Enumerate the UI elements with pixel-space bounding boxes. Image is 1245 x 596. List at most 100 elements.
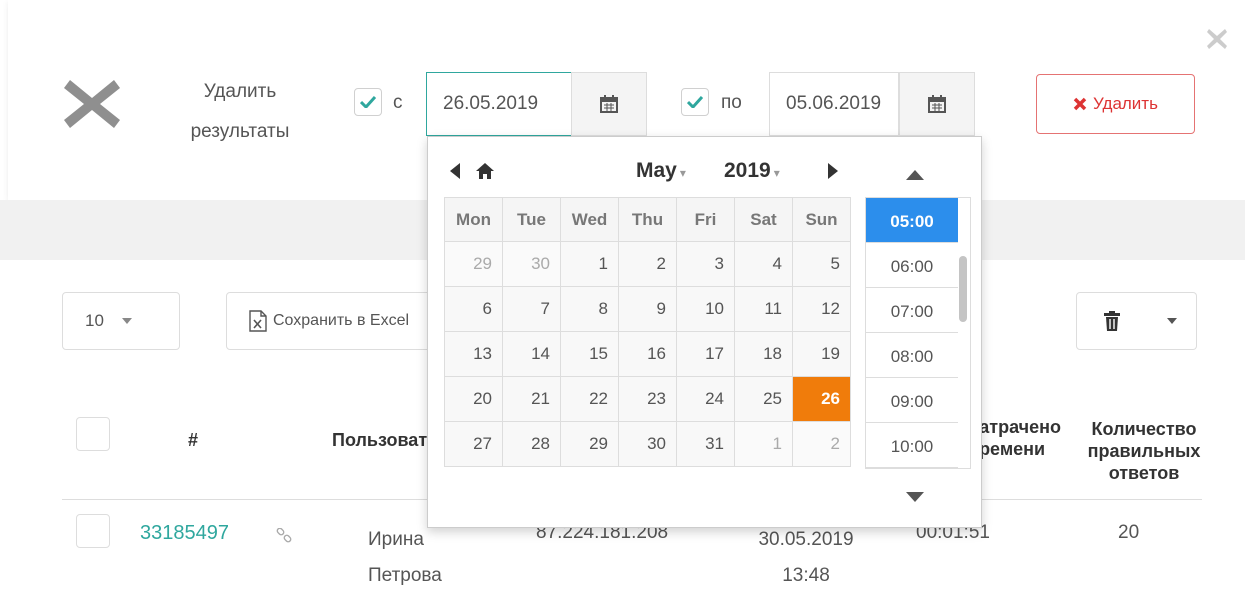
time-list[interactable]: 05:00 06:00 07:00 08:00 09:00 10:00 (865, 197, 971, 469)
weekday-label: Thu (618, 197, 677, 242)
correct-count-cell: 20 (1118, 522, 1140, 543)
link-icon[interactable] (276, 527, 292, 549)
calendar-day[interactable]: 21 (502, 376, 561, 422)
from-date-input[interactable]: 26.05.2019 (426, 72, 572, 136)
select-all-checkbox[interactable] (76, 417, 110, 451)
column-header-correct-count[interactable]: Количество правильных ответов (1064, 418, 1224, 484)
calendar-day[interactable]: 7 (502, 286, 561, 332)
to-date-checkbox[interactable] (681, 88, 709, 116)
times-icon (1073, 97, 1087, 111)
row-checkbox[interactable] (76, 514, 110, 548)
next-month-icon[interactable] (828, 163, 838, 184)
calendar-day[interactable]: 30 (502, 241, 561, 287)
user-last-name: Петрова (368, 565, 442, 586)
calendar-day[interactable]: 1 (734, 421, 793, 467)
weekday-label: Wed (560, 197, 619, 242)
date-cell: 30.05.2019 13:48 (746, 522, 866, 594)
week-row: 27 28 29 30 31 1 2 (444, 421, 851, 467)
calendar-day[interactable]: 14 (502, 331, 561, 377)
calendar-day[interactable]: 5 (792, 241, 851, 287)
to-label: по (721, 92, 742, 113)
weekday-label: Sun (792, 197, 851, 242)
correct-count-line2: правильных (1087, 441, 1201, 461)
calendar-day[interactable]: 23 (618, 376, 677, 422)
from-label: с (393, 92, 403, 113)
calendar-grid: Mon Tue Wed Thu Fri Sat Sun 29 30 1 2 3 … (444, 197, 851, 467)
delete-selected-button[interactable] (1076, 292, 1148, 350)
calendar-day[interactable]: 15 (560, 331, 619, 377)
home-icon[interactable] (476, 163, 494, 184)
delete-results-title: Удалить результаты (190, 81, 290, 142)
calendar-day[interactable]: 22 (560, 376, 619, 422)
time-option[interactable]: 09:00 (866, 378, 958, 423)
calendar-day[interactable]: 30 (618, 421, 677, 467)
from-calendar-button[interactable] (571, 72, 647, 136)
result-id-link[interactable]: 33185497 (140, 522, 229, 545)
calendar-day[interactable]: 19 (792, 331, 851, 377)
close-icon (62, 78, 122, 130)
correct-count-line1: Количество (1091, 419, 1197, 439)
year-value: 2019 (724, 159, 771, 182)
calendar-day[interactable]: 24 (676, 376, 735, 422)
calendar-day[interactable]: 12 (792, 286, 851, 332)
previous-month-icon[interactable] (450, 163, 460, 184)
year-select[interactable]: 2019 ▾ (724, 159, 780, 183)
time-scrollbar[interactable] (959, 256, 967, 322)
calendar-day[interactable]: 25 (734, 376, 793, 422)
delete-button-label: Удалить (1093, 94, 1158, 113)
time-option[interactable]: 10:00 (866, 423, 958, 468)
time-option-selected[interactable]: 05:00 (866, 198, 958, 243)
time-option[interactable]: 08:00 (866, 333, 958, 378)
time-option[interactable]: 06:00 (866, 243, 958, 288)
weekday-label: Fri (676, 197, 735, 242)
to-date-input[interactable]: 05.06.2019 (769, 72, 899, 136)
calendar-day[interactable]: 27 (444, 421, 503, 467)
dismiss-panel-icon[interactable] (1206, 28, 1228, 50)
calendar-day[interactable]: 29 (444, 241, 503, 287)
from-date-checkbox[interactable] (354, 88, 382, 116)
caret-down-icon: ▾ (773, 166, 780, 180)
calendar-day[interactable]: 16 (618, 331, 677, 377)
delete-button[interactable]: Удалить (1036, 74, 1195, 134)
calendar-day[interactable]: 10 (676, 286, 735, 332)
calendar-icon (928, 95, 946, 113)
calendar-day[interactable]: 11 (734, 286, 793, 332)
time-scroll-up-icon[interactable] (906, 167, 924, 185)
calendar-day[interactable]: 3 (676, 241, 735, 287)
page-size-value: 10 (85, 311, 104, 330)
time-scroll-down-icon[interactable] (906, 489, 924, 507)
calendar-day[interactable]: 13 (444, 331, 503, 377)
calendar-day[interactable]: 18 (734, 331, 793, 377)
calendar-day[interactable]: 4 (734, 241, 793, 287)
calendar-day[interactable]: 28 (502, 421, 561, 467)
calendar-day[interactable]: 9 (618, 286, 677, 332)
page-size-select[interactable]: 10 (62, 292, 180, 350)
to-calendar-button[interactable] (899, 72, 975, 136)
calendar-day[interactable]: 17 (676, 331, 735, 377)
column-header-number[interactable]: # (188, 430, 198, 451)
calendar-day[interactable]: 31 (676, 421, 735, 467)
time-option[interactable]: 07:00 (866, 288, 958, 333)
calendar-day[interactable]: 2 (792, 421, 851, 467)
month-select[interactable]: May ▾ (636, 159, 686, 183)
calendar-day[interactable]: 6 (444, 286, 503, 332)
checkmark-icon (360, 96, 376, 108)
caret-down-icon (121, 318, 132, 324)
calendar-day-selected[interactable]: 26 (792, 376, 851, 422)
calendar-day[interactable]: 2 (618, 241, 677, 287)
datepicker-header: May ▾ 2019 ▾ (428, 151, 858, 191)
calendar-day[interactable]: 20 (444, 376, 503, 422)
calendar-day[interactable]: 29 (560, 421, 619, 467)
week-row: 29 30 1 2 3 4 5 (444, 241, 851, 287)
calendar-day[interactable]: 1 (560, 241, 619, 287)
week-row: 20 21 22 23 24 25 26 (444, 376, 851, 422)
excel-file-icon (249, 310, 267, 332)
delete-options-dropdown[interactable] (1147, 292, 1197, 350)
weekday-label: Tue (502, 197, 561, 242)
calendar-day[interactable]: 8 (560, 286, 619, 332)
month-value: May (636, 159, 677, 182)
week-row: 6 7 8 9 10 11 12 (444, 286, 851, 332)
weekday-label: Sat (734, 197, 793, 242)
datetime-picker-popup: May ▾ 2019 ▾ Mon Tue Wed Thu Fri Sat Sun 2… (427, 136, 982, 528)
save-excel-button[interactable]: Сохранить в Excel (226, 292, 456, 350)
